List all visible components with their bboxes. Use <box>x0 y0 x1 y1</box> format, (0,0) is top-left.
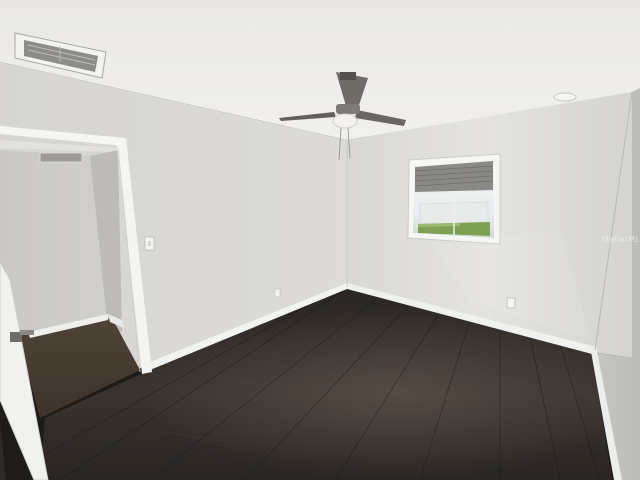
light-switch-toggle <box>148 241 151 246</box>
watermark: StellarMLS <box>601 235 640 244</box>
smoke-detector-icon <box>553 92 577 102</box>
outlet-left-wall[interactable] <box>274 288 281 298</box>
empty-room-photo <box>0 0 640 480</box>
window-icon <box>407 153 501 245</box>
door-shadow <box>0 420 6 480</box>
closet-vent-icon <box>39 152 83 163</box>
